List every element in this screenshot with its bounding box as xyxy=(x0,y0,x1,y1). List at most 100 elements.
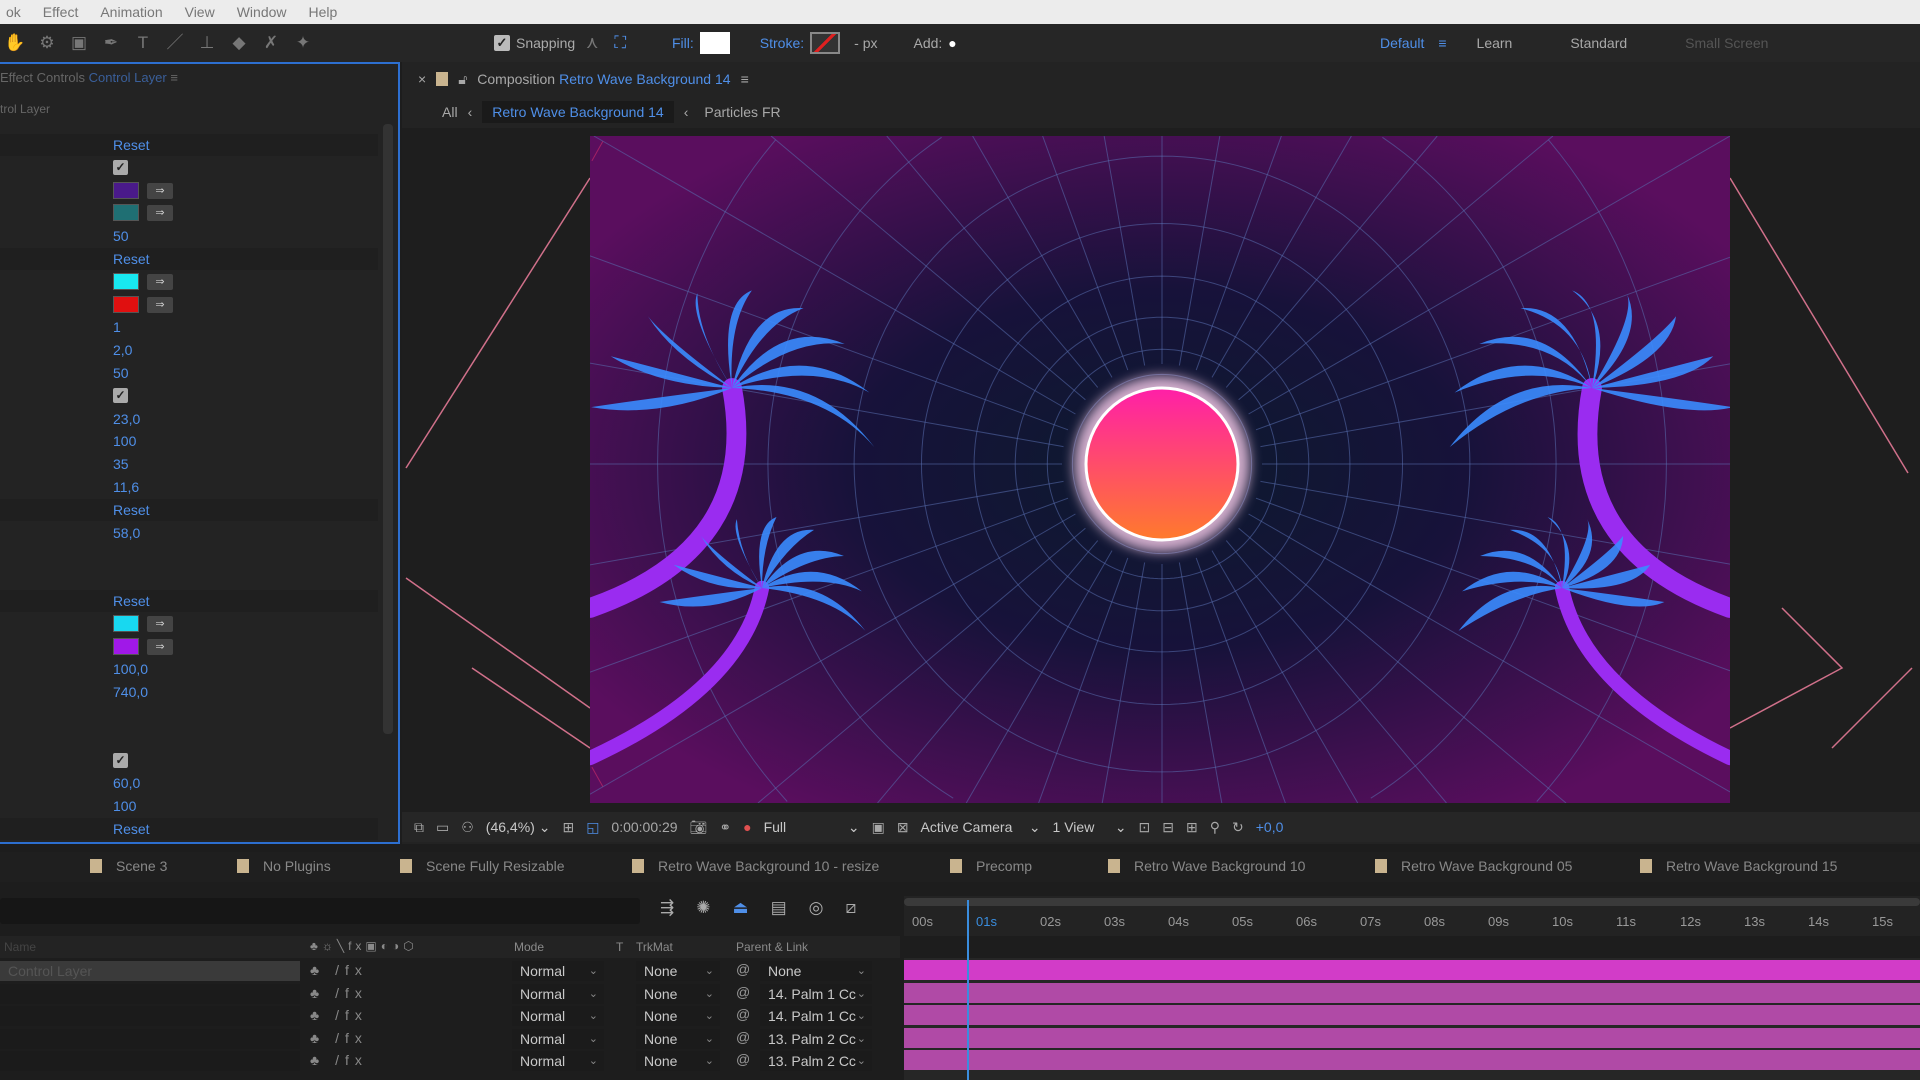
pick-whip-icon[interactable]: @ xyxy=(736,1006,750,1022)
property-value[interactable]: 60,0 xyxy=(113,775,140,791)
property-value[interactable]: 2,0 xyxy=(113,342,132,358)
layer-row[interactable]: ♣ /fx Normal ⌄ None ⌄ @14. Palm 1 Cc ⌄ xyxy=(0,983,900,1005)
parent-dropdown[interactable]: 13. Palm 2 Cc ⌄ xyxy=(760,1051,872,1072)
color-swatch[interactable] xyxy=(113,614,139,632)
trkmat-dropdown[interactable]: None ⌄ xyxy=(636,1028,720,1049)
layer-row[interactable]: ♣ /fx Normal ⌄ None ⌄ @13. Palm 2 Cc ⌄ xyxy=(0,1028,900,1050)
brush-icon[interactable]: ／ xyxy=(164,32,186,54)
close-icon[interactable]: × xyxy=(418,71,426,87)
hand-icon[interactable]: ✋ xyxy=(4,32,26,54)
reset-button[interactable]: Reset xyxy=(113,821,150,837)
mode-dropdown[interactable]: Normal ⌄ xyxy=(512,961,604,981)
clone-stamp-icon[interactable]: ⊥ xyxy=(196,32,218,54)
parent-dropdown[interactable]: 14. Palm 1 Cc ⌄ xyxy=(760,983,872,1004)
parent-dropdown[interactable]: 13. Palm 2 Cc ⌄ xyxy=(760,1028,872,1049)
menu-item[interactable]: Help xyxy=(309,4,338,20)
menu-item[interactable]: View xyxy=(185,4,215,20)
property-value[interactable]: 740,0 xyxy=(113,684,148,700)
layer-row[interactable]: Control Layer ♣ /fx Normal ⌄ None ⌄ @ None ⌄ xyxy=(0,960,900,982)
motion-blur-icon[interactable]: ◎ xyxy=(809,898,824,918)
work-area-bar[interactable] xyxy=(904,898,1920,906)
parent-dropdown[interactable]: None ⌄ xyxy=(760,961,872,981)
add-button[interactable]: ● xyxy=(948,35,956,51)
pick-whip-icon[interactable]: @ xyxy=(736,961,750,977)
property-checkbox[interactable]: ✓ xyxy=(113,387,128,403)
trkmat-dropdown[interactable]: None ⌄ xyxy=(636,983,720,1004)
transparency-grid-icon[interactable]: ⊠ xyxy=(897,819,909,836)
layer-duration-bar[interactable] xyxy=(904,1027,1920,1048)
graph-editor-icon[interactable]: ⧄ xyxy=(845,898,856,918)
property-value[interactable]: 50 xyxy=(113,228,129,244)
layer-duration-bar[interactable] xyxy=(904,982,1920,1003)
tab-active-composition[interactable]: Retro Wave Background 14 xyxy=(482,101,674,123)
reset-button[interactable]: Reset xyxy=(113,137,150,153)
monitor-icon[interactable]: ▭ xyxy=(436,819,449,836)
mode-dropdown[interactable]: Normal ⌄ xyxy=(512,1028,604,1049)
always-preview-icon[interactable]: ⧉ xyxy=(414,819,424,836)
workspace-default[interactable]: Default xyxy=(1380,35,1424,51)
camera-dropdown[interactable]: Active Camera ⌄ xyxy=(921,819,1041,836)
column-mode[interactable]: Mode xyxy=(514,940,544,954)
grid-icon[interactable]: ⊞ xyxy=(562,819,574,836)
property-value[interactable]: 100 xyxy=(113,798,136,814)
layer-name[interactable] xyxy=(0,1051,300,1072)
column-parent[interactable]: Parent & Link xyxy=(736,940,808,954)
snap-features-icon[interactable]: ⛶ xyxy=(609,32,631,54)
roto-brush-icon[interactable]: ✗ xyxy=(260,32,282,54)
color-swatch[interactable] xyxy=(113,204,139,222)
parent-dropdown[interactable]: 14. Palm 1 Cc ⌄ xyxy=(760,1006,872,1027)
workspace-small-screen[interactable]: Small Screen xyxy=(1685,35,1768,51)
timeline-tab[interactable]: Scene 3 xyxy=(90,858,167,874)
workspace-standard[interactable]: Standard xyxy=(1570,35,1627,51)
color-swatch[interactable] xyxy=(113,181,139,199)
eyedropper-icon[interactable]: ⇒ xyxy=(147,638,173,655)
views-dropdown[interactable]: 1 View ⌄ xyxy=(1053,819,1127,836)
property-value[interactable]: 100,0 xyxy=(113,661,148,677)
layer-name[interactable]: Control Layer xyxy=(0,961,300,981)
channel-icon[interactable]: ● xyxy=(743,819,751,835)
eyedropper-icon[interactable]: ⇒ xyxy=(147,205,173,222)
eyedropper-icon[interactable]: ⇒ xyxy=(147,273,173,290)
pick-whip-icon[interactable]: @ xyxy=(736,984,750,1000)
eyedropper-icon[interactable]: ⇒ xyxy=(147,615,173,632)
scrollbar[interactable] xyxy=(383,124,393,734)
layer-row[interactable]: ♣ /fx Normal ⌄ None ⌄ @13. Palm 2 Cc ⌄ xyxy=(0,1050,900,1072)
timeline-tab[interactable]: Retro Wave Background 15 xyxy=(1640,858,1837,874)
property-value[interactable]: 100 xyxy=(113,433,136,449)
property-value[interactable]: 35 xyxy=(113,456,129,472)
composition-flowchart-icon[interactable]: ⇶ xyxy=(660,898,674,918)
flowchart-icon[interactable]: ⚲ xyxy=(1210,819,1220,836)
toggle-pixel-icon[interactable]: ⊡ xyxy=(1139,819,1151,836)
column-name[interactable]: Name xyxy=(4,940,36,954)
snapping-toggle[interactable]: ✓ Snapping ⋏ ⛶ xyxy=(494,24,631,62)
panel-menu-icon[interactable]: ≡ xyxy=(170,70,178,85)
layer-search-input[interactable] xyxy=(0,898,640,924)
column-t[interactable]: T xyxy=(616,940,623,954)
eraser-icon[interactable]: ◆ xyxy=(228,32,250,54)
property-checkbox[interactable]: ✓ xyxy=(113,159,128,175)
menu-item[interactable]: Effect xyxy=(43,4,79,20)
puppet-pin-icon[interactable]: ✦ xyxy=(292,32,314,54)
exposure-value[interactable]: +0,0 xyxy=(1256,819,1284,835)
snapshot-icon[interactable]: 📷︎ xyxy=(690,819,708,836)
mask-view-icon[interactable]: ⚇ xyxy=(461,819,474,836)
layer-duration-bar[interactable] xyxy=(904,1050,1920,1071)
menu-item[interactable]: ok xyxy=(6,4,21,20)
reset-button[interactable]: Reset xyxy=(113,502,150,518)
timeline-icon[interactable]: ⊞ xyxy=(1186,819,1198,836)
layer-duration-bar[interactable] xyxy=(904,960,1920,980)
shy-layers-icon[interactable]: ⏏ xyxy=(733,898,749,918)
mode-dropdown[interactable]: Normal ⌄ xyxy=(512,983,604,1004)
reset-button[interactable]: Reset xyxy=(113,593,150,609)
tab-all[interactable]: All xyxy=(442,104,458,120)
tab-particles[interactable]: Particles FR xyxy=(704,104,780,120)
workspace-menu-icon[interactable]: ≡ xyxy=(1438,35,1446,51)
layer-duration-bar[interactable] xyxy=(904,1005,1920,1026)
property-value[interactable]: 11,6 xyxy=(113,479,139,495)
pick-whip-icon[interactable]: @ xyxy=(736,1051,750,1067)
fill-swatch[interactable] xyxy=(699,32,730,54)
layer-name[interactable] xyxy=(0,1006,300,1027)
timeline-tab[interactable]: Retro Wave Background 10 xyxy=(1108,858,1305,874)
type-icon[interactable]: T xyxy=(132,32,154,54)
timeline-tab[interactable]: No Plugins xyxy=(237,858,331,874)
